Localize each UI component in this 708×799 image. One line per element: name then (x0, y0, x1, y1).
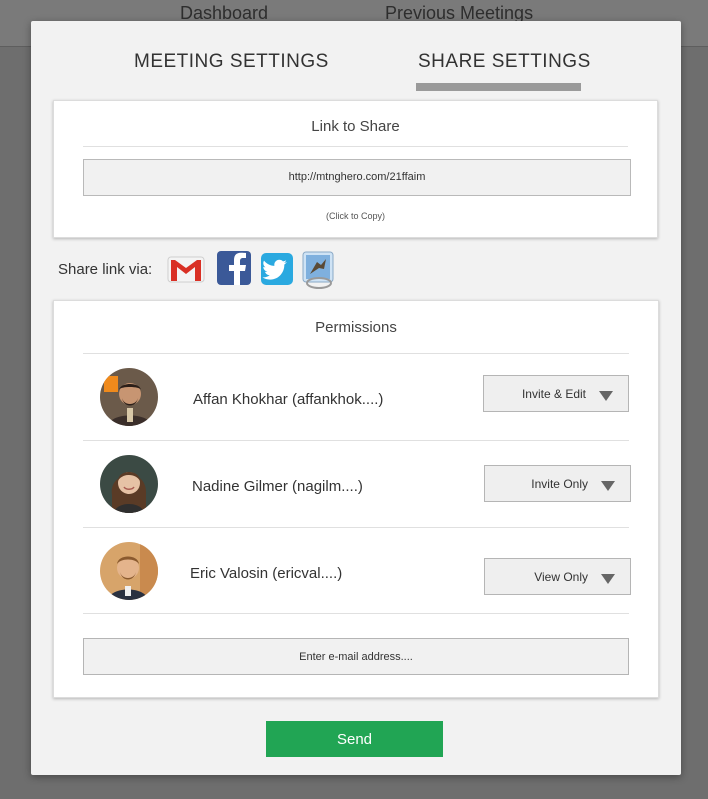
twitter-icon[interactable] (260, 250, 300, 286)
share-link-box[interactable]: http://mtnghero.com/21ffaim (83, 159, 631, 196)
link-card-title: Link to Share (311, 118, 400, 135)
chevron-down-icon (601, 574, 615, 584)
person-name: Affan Khokhar (affankhok....) (193, 391, 384, 408)
person-name: Eric Valosin (ericval....) (190, 565, 343, 582)
permissions-title: Permissions (315, 319, 397, 336)
active-tab-indicator (416, 83, 581, 91)
divider (83, 146, 628, 147)
send-button[interactable]: Send (266, 721, 443, 757)
gmail-icon[interactable] (166, 250, 206, 286)
share-via-label: Share link via: (58, 261, 153, 278)
tab-meeting-settings[interactable]: MEETING SETTINGS (134, 51, 329, 73)
permission-dropdown[interactable]: Invite Only (484, 465, 631, 502)
permission-value: Invite & Edit (521, 387, 586, 401)
permission-row: Affan Khokhar (affankhok....) Invite & E… (54, 354, 658, 440)
divider (83, 613, 629, 614)
chevron-down-icon (599, 391, 613, 401)
copy-hint: (Click to Copy) (325, 211, 385, 221)
avatar (100, 455, 158, 513)
chevron-down-icon (601, 481, 615, 491)
mail-app-icon[interactable] (299, 250, 339, 289)
email-input[interactable] (83, 638, 629, 675)
permission-dropdown[interactable]: View Only (484, 558, 631, 595)
avatar (100, 542, 158, 600)
facebook-icon[interactable] (216, 250, 256, 286)
avatar (100, 368, 158, 426)
permission-dropdown[interactable]: Invite & Edit (483, 375, 629, 412)
permission-value: View Only (534, 570, 588, 584)
permission-value: Invite Only (531, 477, 588, 491)
share-settings-modal: MEETING SETTINGS SHARE SETTINGS Link to … (31, 21, 681, 775)
person-name: Nadine Gilmer (nagilm....) (192, 478, 363, 495)
tab-share-settings[interactable]: SHARE SETTINGS (418, 51, 591, 73)
permission-row: Nadine Gilmer (nagilm....) Invite Only (54, 441, 658, 527)
permission-row: Eric Valosin (ericval....) View Only (54, 528, 658, 614)
link-share-card: Link to Share http://mtnghero.com/21ffai… (53, 100, 658, 238)
permissions-card: Permissions Affan Khokhar (affankhok....… (53, 300, 659, 698)
